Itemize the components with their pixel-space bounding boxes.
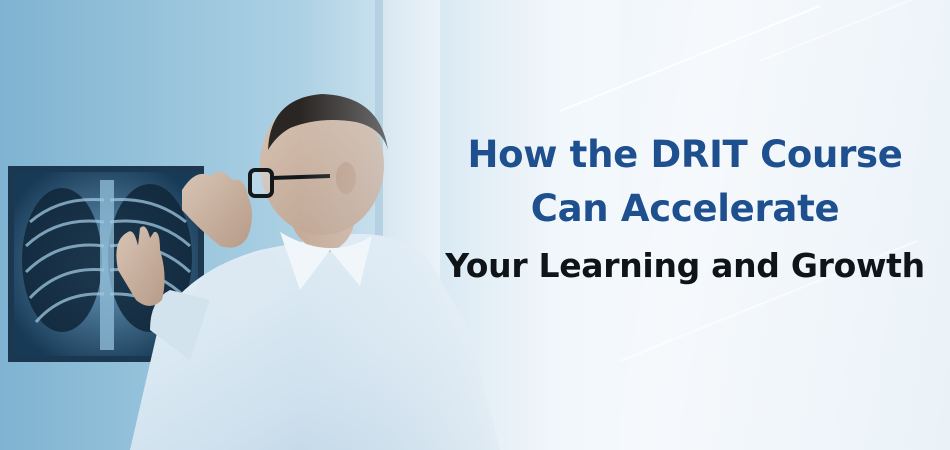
headline-line-3: Your Learning and Growth	[445, 246, 925, 285]
hero-banner: How the DRIT Course Can Accelerate Your …	[0, 0, 950, 450]
headline-line-1: How the DRIT Course	[467, 133, 903, 176]
headline: How the DRIT Course Can Accelerate Your …	[440, 128, 930, 292]
light-streak	[759, 0, 946, 62]
headline-line-2: Can Accelerate	[530, 187, 840, 230]
